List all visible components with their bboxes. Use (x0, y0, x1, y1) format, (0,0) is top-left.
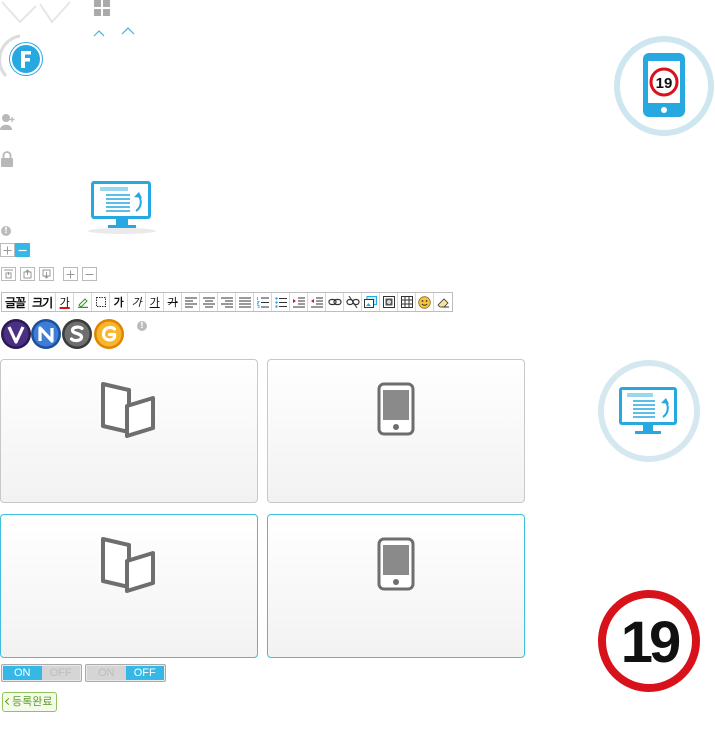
chevron-up-icon[interactable] (92, 28, 106, 38)
zoom-in-button[interactable] (0, 243, 15, 257)
add-user-icon[interactable] (0, 113, 16, 131)
mobile-view-icon (377, 382, 415, 436)
on-off-toggle-off[interactable]: ON OFF (85, 664, 166, 682)
s-badge-icon (62, 319, 92, 349)
align-right-button[interactable] (218, 293, 237, 311)
align-left-icon (184, 297, 197, 307)
table-button[interactable] (398, 293, 417, 311)
toggle-off-option[interactable]: OFF (125, 666, 164, 680)
align-right-icon (220, 297, 233, 307)
align-justify-icon (238, 297, 251, 307)
view-card-mobile[interactable] (267, 359, 525, 503)
move-top-button[interactable] (1, 267, 16, 281)
eraser-icon (437, 297, 449, 307)
align-center-icon (202, 297, 215, 307)
outdent-icon (310, 297, 323, 307)
unlink-button[interactable] (344, 293, 363, 311)
v-badge-icon (1, 319, 31, 349)
font-size-button[interactable]: 크기 (29, 293, 57, 311)
monitor-list-badge-icon (598, 360, 700, 462)
lock-icon (1, 151, 13, 167)
info-icon: ! (137, 321, 147, 331)
info-icon: ! (1, 226, 11, 236)
link-icon (328, 298, 342, 306)
move-up-icon (23, 269, 32, 279)
chevron-up-icon[interactable] (120, 26, 136, 36)
border-box-icon (95, 297, 106, 307)
smiley-icon (418, 295, 431, 309)
bold-button[interactable]: 가 (110, 293, 129, 311)
toggle-on-option[interactable]: ON (3, 666, 42, 680)
align-top-icon (4, 269, 13, 279)
image-button[interactable] (362, 293, 381, 311)
align-left-button[interactable] (182, 293, 201, 311)
g-badge-icon (94, 319, 124, 349)
grid-icon[interactable] (94, 0, 110, 16)
photo-icon (382, 296, 395, 308)
unlink-icon (346, 296, 360, 308)
outdent-button[interactable] (308, 293, 327, 311)
age-rating-large-text: 19 (621, 610, 680, 675)
ordered-list-icon (256, 296, 269, 308)
toggle-off-option[interactable]: OFF (41, 666, 80, 680)
monitor-list-icon (88, 181, 156, 234)
remove-row-button[interactable] (82, 267, 97, 281)
view-card-mobile-active[interactable] (267, 514, 525, 658)
photo-button[interactable] (380, 293, 399, 311)
ordered-list-button[interactable] (254, 293, 273, 311)
minus-icon (85, 273, 94, 275)
border-button[interactable] (92, 293, 111, 311)
add-row-button[interactable] (63, 267, 78, 281)
move-down-button[interactable] (39, 267, 54, 281)
font-family-button[interactable]: 글꼴 (2, 293, 30, 311)
minus-icon (18, 249, 27, 251)
indent-icon (292, 297, 305, 307)
align-justify-button[interactable] (236, 293, 255, 311)
bullet-list-icon (274, 296, 287, 308)
age-19-badge-icon: 19 (598, 590, 700, 692)
indent-button[interactable] (290, 293, 309, 311)
f-logo-icon (0, 34, 43, 78)
image-insert-icon (364, 296, 378, 308)
register-complete-button[interactable]: 등록완료 (2, 692, 58, 712)
underline-button[interactable]: 가 (146, 293, 165, 311)
pc-tablet-view-icon (101, 382, 155, 438)
align-center-button[interactable] (200, 293, 219, 311)
view-card-pc[interactable] (0, 359, 258, 503)
link-button[interactable] (326, 293, 345, 311)
bullet-list-button[interactable] (272, 293, 291, 311)
strikethrough-button[interactable]: 가 (164, 293, 183, 311)
font-color-button[interactable]: 가 (56, 293, 75, 311)
move-down-icon (42, 269, 51, 279)
n-badge-icon (31, 319, 61, 349)
plus-icon (66, 270, 75, 278)
zoom-out-button[interactable] (15, 243, 30, 257)
star-decoration-icon (1, 1, 71, 24)
highlight-pen-icon (77, 298, 88, 308)
table-icon (400, 296, 413, 308)
mobile-adult-icon: 19 (614, 36, 714, 136)
toggle-on-option[interactable]: ON (87, 666, 126, 680)
age-rating-text: 19 (656, 75, 673, 92)
italic-button[interactable]: 가 (128, 293, 147, 311)
pc-tablet-view-icon (101, 537, 155, 593)
emoticon-button[interactable] (416, 293, 435, 311)
move-up-button[interactable] (20, 267, 35, 281)
eraser-button[interactable] (434, 293, 452, 311)
highlight-button[interactable] (74, 293, 93, 311)
view-card-pc-active[interactable] (0, 514, 258, 658)
plus-icon (3, 246, 12, 254)
on-off-toggle-on[interactable]: ON OFF (1, 664, 82, 682)
mobile-view-icon (377, 537, 415, 591)
editor-toolbar: 글꼴 크기 가 가 가 가 가 (1, 292, 454, 312)
